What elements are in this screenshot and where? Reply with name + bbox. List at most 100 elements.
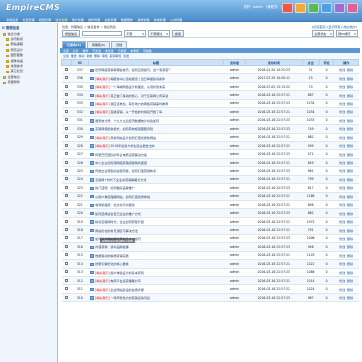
- edit-link[interactable]: 修改: [339, 279, 345, 283]
- filter-select-4[interactable]: 按ID排序 ▾: [336, 30, 358, 37]
- delete-link[interactable]: 删除: [347, 237, 353, 241]
- settings-icon[interactable]: [347, 3, 358, 13]
- menu-item[interactable]: 数据更新: [119, 17, 135, 22]
- row-title-link[interactable]: 企业网站建设的关键步骤: [110, 288, 144, 292]
- toolbar-action[interactable]: 签发: [123, 54, 129, 58]
- category-tag[interactable]: [精彩展示]: [95, 102, 110, 106]
- category-tag[interactable]: [精彩展示]: [95, 279, 110, 283]
- category-tag[interactable]: [精彩展示]: [95, 296, 110, 300]
- category-tag[interactable]: [精彩展示]: [95, 144, 110, 148]
- edit-link[interactable]: 修改: [339, 94, 345, 98]
- delete-link[interactable]: 删除: [347, 271, 353, 275]
- toolbar-action[interactable]: 全选: [63, 54, 69, 58]
- row-checkbox[interactable]: [64, 135, 68, 139]
- filter-select-2[interactable]: 不限属性 ▾: [148, 30, 171, 37]
- row-checkbox[interactable]: [64, 143, 68, 147]
- menu-item[interactable]: 用户管理: [70, 17, 86, 22]
- row-checkbox[interactable]: [64, 295, 68, 299]
- edit-link[interactable]: 修改: [339, 254, 345, 258]
- delete-link[interactable]: 删除: [347, 77, 353, 81]
- category-tag[interactable]: [精彩展示]: [95, 271, 110, 275]
- row-title-link[interactable]: 从用户角度理解网站，如何打造优质体验: [95, 195, 150, 199]
- row-title-link[interactable]: 搜索引擎优化的核心要素: [95, 262, 129, 266]
- delete-link[interactable]: 删除: [347, 119, 353, 123]
- delete-link[interactable]: 删除: [347, 254, 353, 258]
- delete-link[interactable]: 删除: [347, 136, 353, 140]
- delete-link[interactable]: 删除: [347, 195, 353, 199]
- edit-link[interactable]: 修改: [339, 296, 345, 300]
- category-tag[interactable]: [精彩展示]: [95, 136, 110, 140]
- edit-link[interactable]: 修改: [339, 144, 345, 148]
- menu-item[interactable]: 信息管理: [53, 17, 69, 22]
- edit-link[interactable]: 修改: [339, 186, 345, 190]
- menu-item[interactable]: 采集管理: [102, 17, 118, 22]
- edit-link[interactable]: 修改: [339, 262, 345, 266]
- delete-link[interactable]: 删除: [347, 153, 353, 157]
- edit-link[interactable]: 修改: [339, 102, 345, 106]
- row-title-link[interactable]: 喝服务中心活动报道 | 当日举报投诉案件: [110, 77, 165, 81]
- edit-link[interactable]: 修改: [339, 220, 345, 224]
- toolbar-action[interactable]: 移动: [79, 54, 85, 58]
- row-title-link[interactable]: 真正做了移动的核心，对于互联网公司来说: [110, 94, 168, 98]
- edit-link[interactable]: 修改: [339, 161, 345, 165]
- row-title-link[interactable]: 世界网络营销有哪些技巧，如何应用技巧，这个有意思?: [95, 68, 170, 72]
- row-title-link[interactable]: 互联网+时代下企业的营销策略与方法: [95, 178, 146, 182]
- toolbar-action[interactable]: 取消审核: [110, 54, 122, 58]
- row-title-link[interactable]: 一场声势浩大的营销活动背后: [110, 296, 150, 300]
- category-tag[interactable]: [精彩展示]: [95, 288, 110, 292]
- row-title-link[interactable]: 数据驱动的精准营销实践: [95, 254, 129, 258]
- delete-link[interactable]: 删除: [347, 94, 353, 98]
- tab-item[interactable]: 已发布(1): [62, 41, 86, 48]
- row-checkbox[interactable]: [64, 278, 68, 282]
- filter-select-1[interactable]: 不限 ▾: [124, 30, 147, 37]
- row-title-link[interactable]: 阿里巴巴团队的专业电商运营解决方案: [95, 153, 147, 157]
- template-icon[interactable]: [308, 3, 319, 13]
- row-checkbox[interactable]: [64, 152, 68, 156]
- edit-link[interactable]: 修改: [339, 110, 345, 114]
- row-checkbox[interactable]: [64, 211, 68, 215]
- search-button[interactable]: 搜索: [172, 29, 185, 38]
- row-checkbox[interactable]: [64, 194, 68, 198]
- category-tag[interactable]: [精彩展示]: [95, 94, 110, 98]
- row-checkbox[interactable]: [64, 177, 68, 181]
- row-checkbox[interactable]: [64, 126, 68, 130]
- delete-link[interactable]: 删除: [347, 288, 353, 292]
- row-checkbox[interactable]: [64, 101, 68, 105]
- add-info-button[interactable]: 增加信息: [62, 29, 81, 38]
- row-checkbox[interactable]: [64, 261, 68, 265]
- row-title-link[interactable]: 2018年最新大学生就业报告出炉: [110, 144, 154, 148]
- row-checkbox[interactable]: [64, 109, 68, 113]
- status-filter-item[interactable]: 未审核: [130, 49, 139, 53]
- menu-item[interactable]: 系统设置: [4, 17, 20, 22]
- toolbar-action[interactable]: 删除: [94, 54, 100, 58]
- toolbar-action[interactable]: 推送: [71, 54, 77, 58]
- delete-link[interactable]: 删除: [347, 245, 353, 249]
- menu-item[interactable]: 公共管理: [168, 17, 184, 22]
- row-checkbox[interactable]: [64, 219, 68, 223]
- edit-link[interactable]: 修改: [339, 178, 345, 182]
- delete-link[interactable]: 删除: [347, 296, 353, 300]
- status-filter-item[interactable]: 未签发: [105, 49, 114, 53]
- row-title-link[interactable]: 我应该参加，有影响力的网络营销事件推荐: [110, 102, 168, 106]
- delete-link[interactable]: 删除: [347, 144, 353, 148]
- row-title-link[interactable]: 电商新趋势：社交化与内容化: [95, 203, 135, 207]
- row-checkbox[interactable]: [64, 118, 68, 122]
- row-checkbox[interactable]: [64, 168, 68, 172]
- status-filter-item[interactable]: 全部: [63, 49, 69, 53]
- menu-item[interactable]: 模板管理: [37, 17, 53, 22]
- row-checkbox[interactable]: [64, 202, 68, 206]
- plugin-icon[interactable]: [334, 3, 345, 13]
- edit-link[interactable]: 修改: [339, 85, 345, 89]
- category-tag[interactable]: [精彩展示]: [95, 110, 110, 114]
- row-checkbox[interactable]: [64, 244, 68, 248]
- delete-link[interactable]: 删除: [347, 279, 353, 283]
- delete-link[interactable]: 删除: [347, 161, 353, 165]
- row-checkbox[interactable]: [64, 76, 68, 80]
- home-icon[interactable]: [282, 3, 293, 13]
- row-checkbox[interactable]: [64, 287, 68, 291]
- content-icon[interactable]: [295, 3, 306, 13]
- row-title-link[interactable]: 如何选择适合自己企业的推广方式: [95, 212, 141, 216]
- row-title-link[interactable]: 商务网站设计如何打造优质的网站: [110, 136, 156, 140]
- edit-link[interactable]: 修改: [339, 229, 345, 233]
- menu-item[interactable]: 商城管理: [152, 17, 168, 22]
